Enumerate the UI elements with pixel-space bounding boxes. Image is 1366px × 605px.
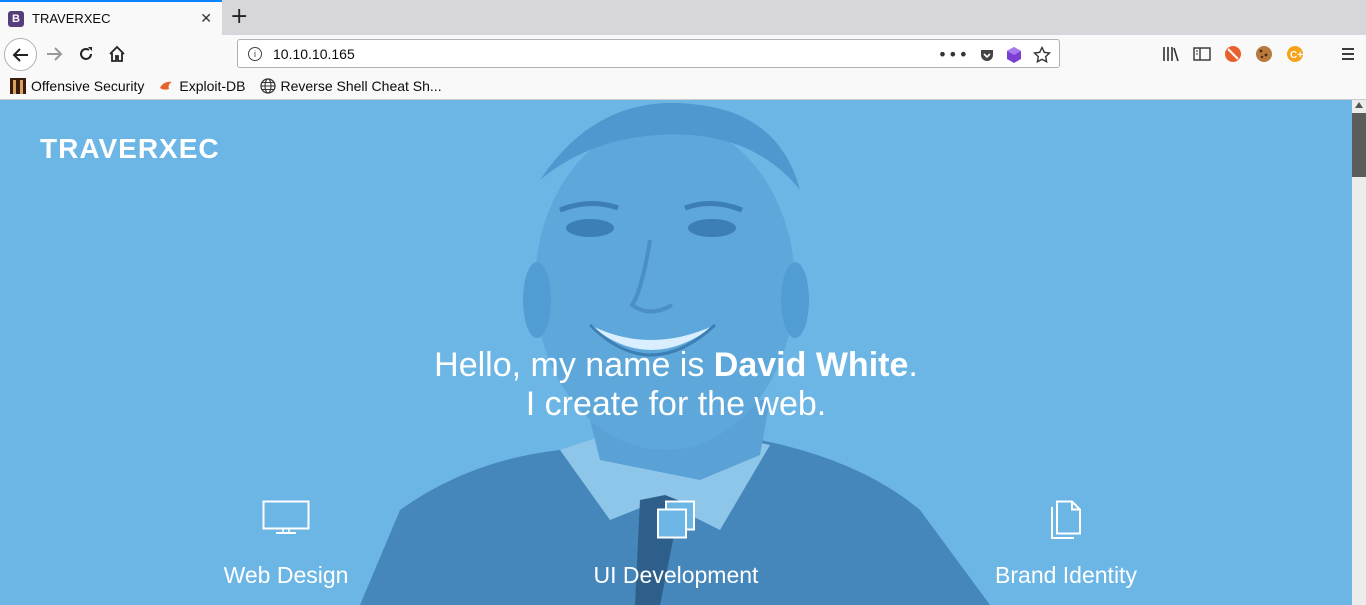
hero-heading: Hello, my name is David White. I create …: [0, 346, 1352, 424]
windows-icon: [657, 500, 695, 539]
documents-icon: [1051, 500, 1081, 539]
cookie-editor-icon[interactable]: C+: [1286, 45, 1304, 63]
new-tab-button[interactable]: +: [230, 4, 248, 29]
hero-name: David White: [713, 346, 909, 384]
bookmark-offensive-security[interactable]: Offensive Security: [10, 78, 144, 94]
service-web-design: Web Design: [156, 500, 416, 589]
navigation-toolbar: i 10.10.10.165 ••• C+: [0, 35, 1366, 73]
bookmark-label: Reverse Shell Cheat Sh...: [280, 78, 442, 94]
bookmark-label: Exploit-DB: [179, 78, 246, 94]
cookie-icon[interactable]: [1255, 45, 1273, 63]
service-label: Brand Identity: [995, 562, 1137, 588]
site-brand-logo[interactable]: TRAVERXEC: [40, 133, 220, 165]
arrow-right-icon: [47, 47, 63, 61]
info-icon[interactable]: i: [248, 46, 262, 61]
globe-icon: [259, 78, 276, 94]
monitor-icon: [262, 500, 310, 534]
offensive-security-icon: [10, 78, 26, 94]
extension-cube-icon[interactable]: [1005, 46, 1023, 64]
tab-title: TRAVERXEC: [32, 11, 111, 26]
page-scrollbar[interactable]: [1352, 100, 1366, 605]
sidebar-icon[interactable]: [1193, 46, 1211, 62]
url-text[interactable]: 10.10.10.165: [273, 46, 355, 62]
arrow-left-icon: [12, 47, 28, 62]
bootstrap-favicon-icon: B: [8, 10, 24, 27]
reload-icon: [80, 47, 92, 60]
pocket-icon[interactable]: [979, 47, 995, 63]
tab-bar: B TRAVERXEC ✕ +: [0, 0, 1366, 35]
hero-period: .: [908, 346, 918, 384]
bookmark-reverse-shell[interactable]: Reverse Shell Cheat Sh...: [259, 78, 442, 94]
service-ui-development: UI Development: [546, 500, 806, 589]
reload-button[interactable]: [72, 40, 100, 68]
library-icon[interactable]: [1162, 46, 1180, 62]
hamburger-menu-icon[interactable]: [1340, 46, 1356, 62]
service-brand-identity: Brand Identity: [936, 500, 1196, 589]
hero-greeting: Hello, my name is: [434, 346, 714, 384]
scrollbar-thumb[interactable]: [1352, 113, 1366, 177]
svg-text:C+: C+: [1290, 50, 1303, 61]
close-tab-icon[interactable]: ✕: [200, 11, 212, 27]
back-button[interactable]: [4, 38, 37, 71]
exploit-db-icon: [160, 81, 173, 90]
hero-tagline: I create for the web.: [525, 385, 827, 423]
bookmarks-toolbar: Offensive Security Exploit-DB Reverse Sh…: [0, 73, 1366, 100]
home-icon: [109, 45, 125, 62]
hero-greeting-line: Hello, my name is David White.: [0, 346, 1352, 384]
service-label: Web Design: [223, 562, 349, 588]
bookmark-label: Offensive Security: [31, 78, 145, 94]
bookmark-exploit-db[interactable]: Exploit-DB: [158, 78, 246, 94]
scroll-up-arrow-icon[interactable]: [1355, 102, 1363, 108]
browser-tab[interactable]: B TRAVERXEC ✕: [0, 0, 222, 35]
url-bar[interactable]: i 10.10.10.165 •••: [237, 39, 1060, 68]
home-button[interactable]: [103, 40, 131, 68]
page-actions-icon[interactable]: •••: [938, 45, 969, 64]
forward-button[interactable]: [40, 40, 68, 68]
star-bookmark-icon[interactable]: [1033, 45, 1051, 64]
ublock-icon[interactable]: [1224, 45, 1242, 63]
service-label: UI Development: [593, 562, 759, 588]
web-page: TRAVERXEC Hello, my name is David White.…: [0, 100, 1352, 605]
